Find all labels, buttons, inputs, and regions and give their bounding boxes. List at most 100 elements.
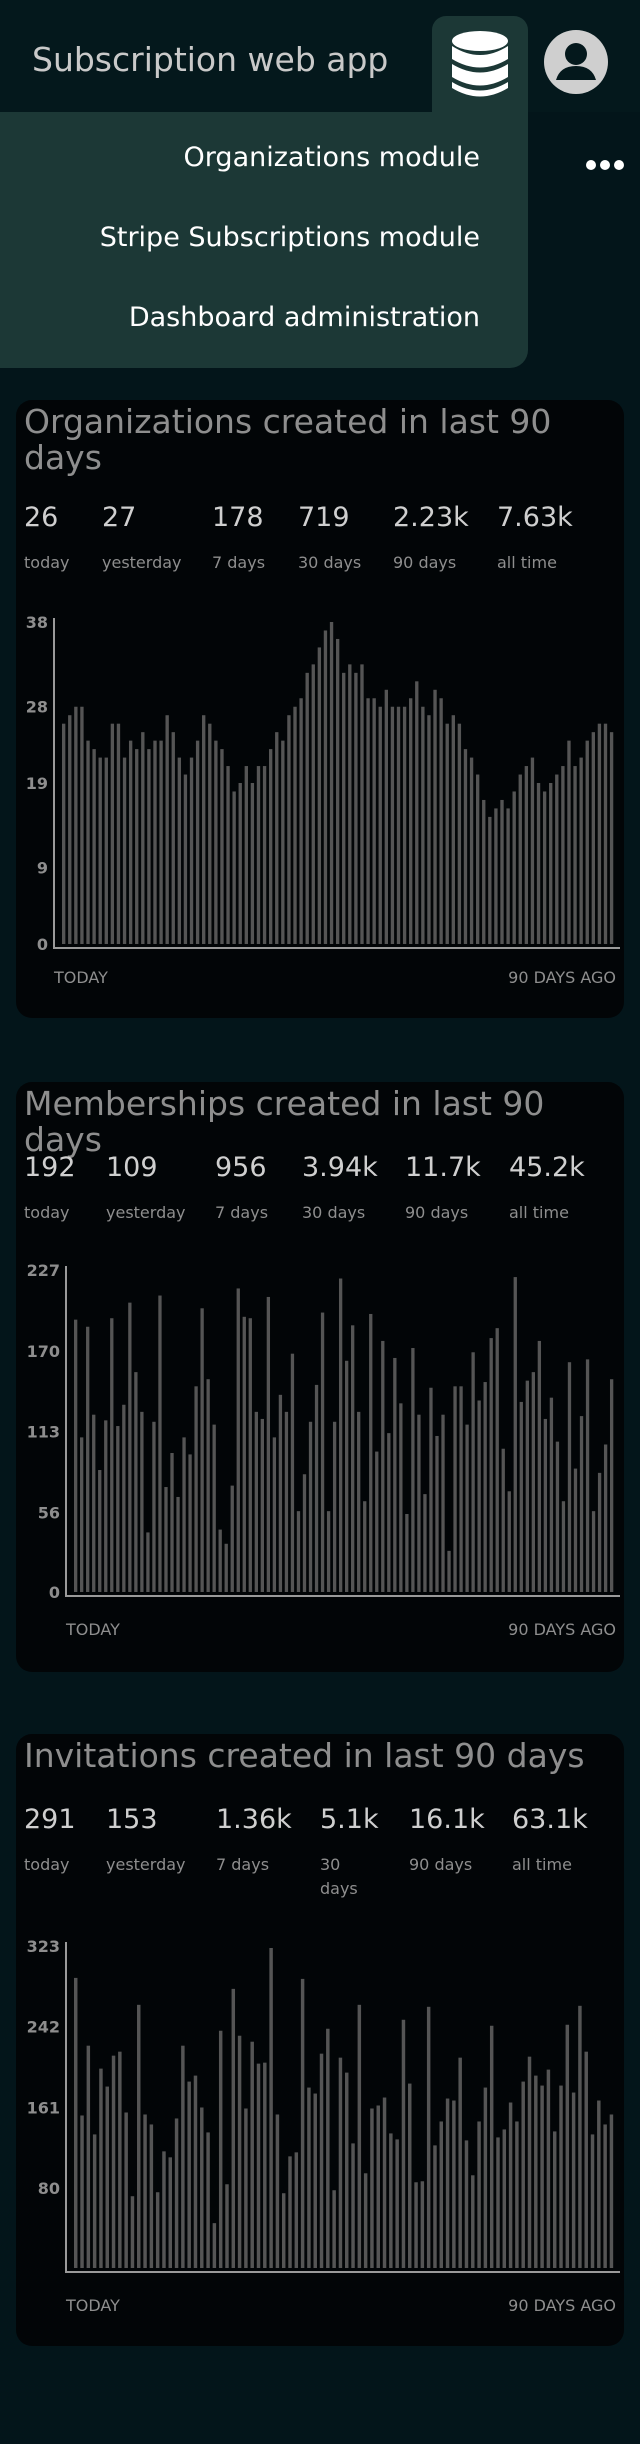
chart-bar: [393, 1357, 397, 1592]
memberships-bar-chart: 227 170 113 56 0: [16, 1258, 624, 1608]
chart-bar: [177, 757, 182, 944]
chart-bar: [134, 1372, 138, 1592]
chart-bar: [506, 808, 510, 944]
stat-label: 30 days: [320, 1855, 358, 1898]
menu-item-dashboard-administration[interactable]: Dashboard administration: [129, 302, 480, 333]
y-tick-label: 227: [27, 1261, 60, 1280]
menu-item-organizations-module[interactable]: Organizations module: [184, 142, 480, 173]
chart-bar: [189, 757, 194, 944]
chart-bar: [320, 1312, 325, 1592]
chart-bar: [98, 1470, 102, 1592]
chart-bar: [171, 732, 175, 944]
dot: [614, 160, 624, 170]
chart-bar: [128, 740, 133, 944]
chart-bar: [351, 1325, 355, 1592]
chart-bar: [578, 2005, 582, 2268]
chart-bar: [524, 766, 529, 944]
y-tick-label: 161: [27, 2098, 60, 2117]
chart-bar: [275, 2114, 280, 2268]
chart-bar: [561, 1501, 566, 1592]
chart-bar: [168, 2157, 172, 2268]
chart-bar: [401, 2019, 406, 2268]
stat-all-time: 45.2k all time: [509, 1152, 585, 1225]
card-title: Organizations created in last 90 days: [24, 402, 552, 477]
chart-bar: [284, 1411, 289, 1592]
stat-label: yesterday: [106, 1203, 186, 1222]
chart-bar: [319, 2053, 324, 2268]
y-tick-label: 9: [37, 859, 48, 878]
chart-bar: [195, 740, 200, 944]
chart-bar: [549, 1397, 554, 1592]
chart-bar: [332, 1421, 337, 1592]
stat-7-days: 956 7 days: [215, 1152, 268, 1225]
chart-bar: [308, 1421, 313, 1592]
chart-bar: [530, 757, 535, 944]
chart-bar: [226, 766, 230, 944]
stat-label: all time: [509, 1203, 569, 1222]
chart-bar: [549, 783, 553, 944]
stat-label: 90 days: [405, 1203, 469, 1222]
chart-bar: [174, 2118, 179, 2268]
chart-bar: [254, 1411, 258, 1592]
stat-label: 90 days: [409, 1855, 473, 1874]
stat-yesterday: 27 yesterday: [102, 502, 182, 575]
database-menu-button[interactable]: [432, 16, 528, 112]
chart-bar: [137, 2004, 141, 2268]
y-tick-label: 0: [37, 935, 48, 954]
chart-bar: [290, 1353, 295, 1592]
chart-bar: [531, 1372, 535, 1592]
chart-bar: [80, 1437, 84, 1592]
chart-bar: [345, 2072, 349, 2268]
more-horizontal-icon[interactable]: [566, 150, 626, 180]
chart-bar: [296, 1511, 301, 1592]
stat-label: 90 days: [393, 553, 457, 572]
chart-bar: [110, 723, 115, 944]
chart-bar: [471, 2175, 475, 2268]
chart-bar: [439, 2121, 443, 2268]
chart-bar: [433, 689, 437, 944]
stat-label: 30 days: [302, 1203, 366, 1222]
chart-bar: [525, 1380, 529, 1592]
chart-bar: [387, 1433, 391, 1592]
chart-bar: [92, 1414, 96, 1592]
chart-bar: [287, 715, 291, 944]
chart-bar: [262, 766, 267, 944]
stat-label: 7 days: [216, 1855, 270, 1874]
y-tick-label: 242: [27, 2018, 60, 2037]
chart-bar: [375, 1451, 379, 1592]
chart-bar: [135, 749, 139, 944]
menu-item-stripe-subscriptions-module[interactable]: Stripe Subscriptions module: [100, 222, 480, 253]
chart-bar: [402, 706, 407, 944]
chart-bar: [74, 706, 78, 944]
chart-bar: [508, 2102, 513, 2268]
chart-bar: [128, 1302, 132, 1592]
stat-today: 291 today: [24, 1804, 76, 1877]
stat-label: all time: [512, 1855, 572, 1874]
chart-bar: [299, 698, 303, 944]
chart-bar: [182, 1437, 186, 1592]
chart-bar: [496, 2137, 500, 2268]
chart-bar: [300, 1978, 305, 2268]
chart-bar: [68, 715, 72, 944]
chart-bar: [591, 1511, 596, 1592]
stat-all-time: 63.1k all time: [512, 1804, 588, 1877]
chart-bar: [342, 672, 346, 944]
card-title: Invitations created in last 90 days: [24, 1736, 585, 1775]
app-title: Subscription web app: [32, 40, 389, 79]
chart-bar: [573, 766, 577, 944]
card-title: Memberships created in last 90 days: [24, 1084, 545, 1159]
chart-bar: [415, 681, 419, 944]
chart-bar: [534, 2075, 538, 2268]
chart-bar: [275, 732, 279, 944]
chart-bar: [250, 783, 255, 944]
chart-bar: [585, 740, 589, 944]
user-avatar-icon[interactable]: [544, 30, 608, 94]
chart-bar: [381, 1340, 385, 1592]
y-tick-label: 28: [26, 698, 48, 717]
chart-bar: [363, 2173, 368, 2268]
chart-bar: [326, 1511, 331, 1592]
chart-bar: [483, 2087, 488, 2268]
chart-bar: [317, 647, 322, 944]
chart-bar: [426, 2006, 431, 2268]
y-tick-label: 170: [27, 1342, 60, 1361]
